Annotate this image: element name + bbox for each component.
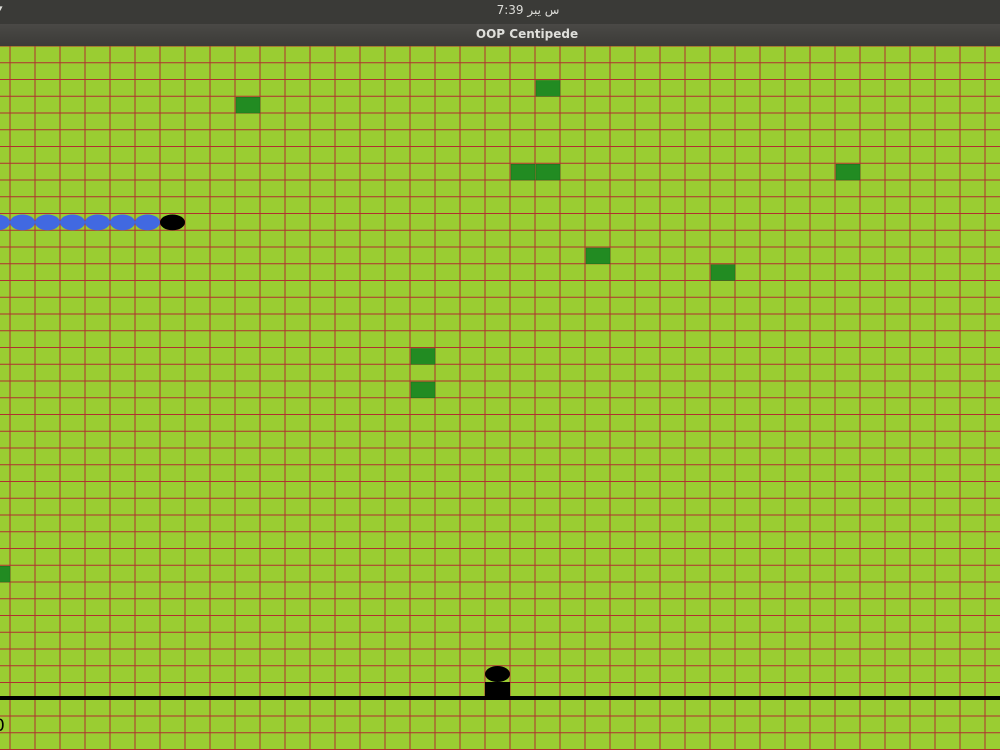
mushroom	[235, 97, 261, 114]
mushroom	[710, 264, 736, 281]
centipede-segment	[135, 214, 160, 231]
mushroom	[535, 80, 561, 97]
centipede-segment	[35, 214, 60, 231]
player-shooter	[485, 666, 510, 698]
game-canvas[interactable]: 0	[0, 46, 1000, 750]
centipede-head	[160, 214, 185, 231]
system-top-bar: ▾ 7:39 س يبر	[0, 0, 1000, 24]
centipede-segment	[110, 214, 135, 231]
window-title: OOP Centipede	[475, 27, 579, 41]
mushroom	[510, 164, 536, 181]
mushroom	[835, 164, 861, 181]
mushroom	[0, 566, 11, 583]
game-board[interactable]	[0, 46, 1000, 750]
score-counter: 0	[0, 716, 5, 736]
player-body	[485, 682, 510, 698]
centipede-segment	[10, 214, 35, 231]
player-head	[485, 666, 510, 682]
centipede-segment	[60, 214, 85, 231]
centipede-segment	[85, 214, 110, 231]
mushroom	[585, 247, 611, 264]
clock[interactable]: 7:39 س يبر	[0, 3, 1000, 17]
mushroom	[410, 348, 436, 365]
mushroom	[535, 164, 561, 181]
mushroom	[410, 381, 436, 398]
window-title-bar[interactable]: OOP Centipede	[0, 24, 1000, 47]
